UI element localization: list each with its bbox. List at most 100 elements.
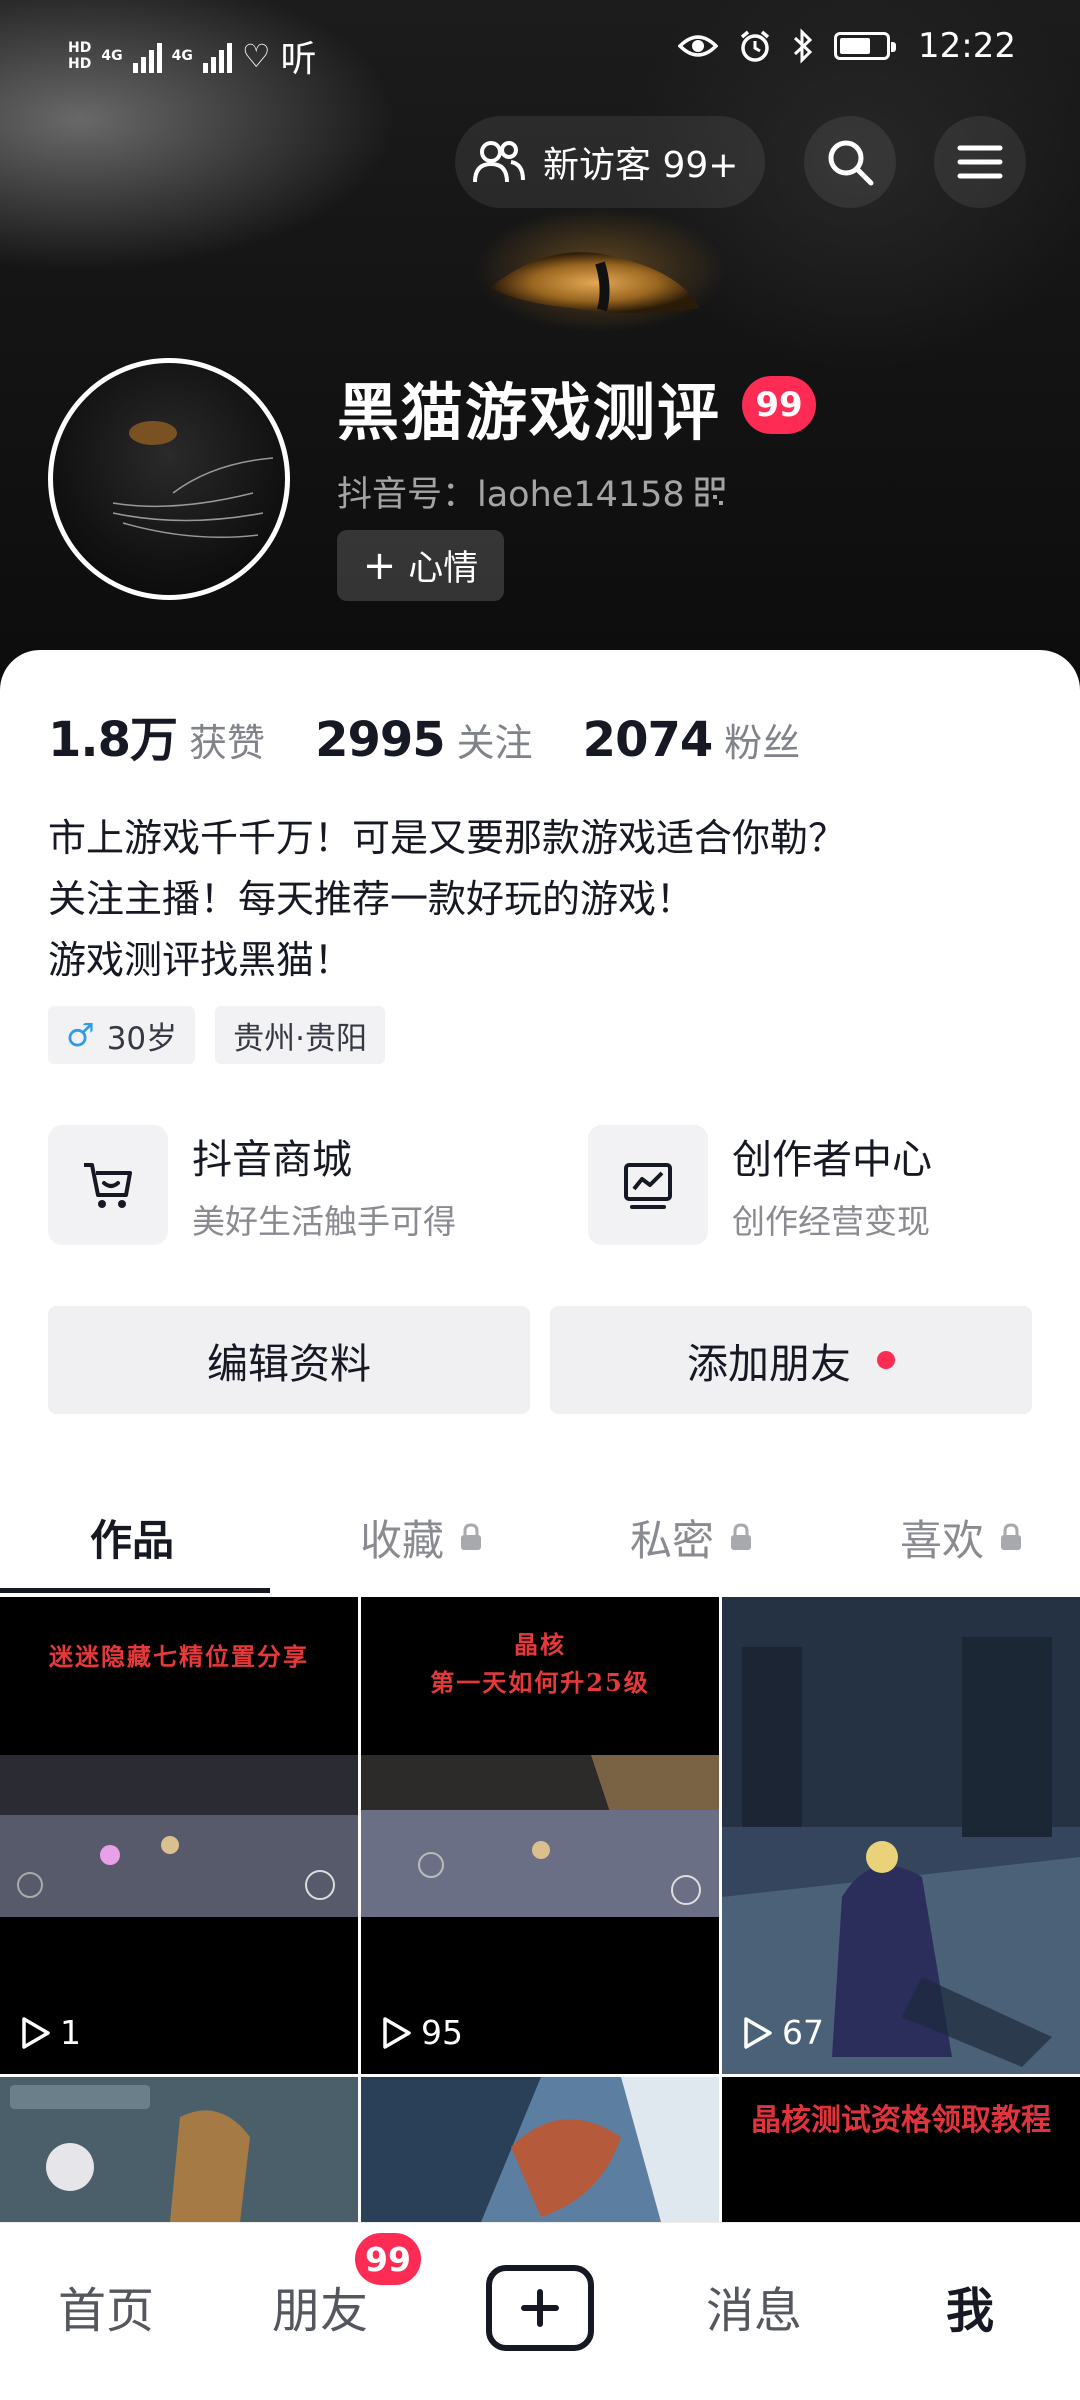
game-screenshot	[0, 2077, 358, 2222]
bottom-navigation: 首页 朋友 99 消息 我	[0, 2222, 1080, 2400]
play-count-value: 1	[60, 2013, 81, 2052]
friends-badge: 99	[355, 2233, 421, 2285]
bio-line: 市上游戏千千万！可是又要那款游戏适合你勒？	[48, 816, 847, 860]
heart-icon: ♡	[241, 37, 271, 75]
listen-label: 听	[280, 39, 317, 80]
new-visitors-button[interactable]: 新访客 99+	[455, 116, 765, 208]
video-caption: 第一天如何升25级	[430, 1668, 650, 1697]
lock-icon	[1001, 1523, 1022, 1550]
cart-icon-box	[48, 1125, 168, 1245]
new-visitors-label: 新访客 99+	[543, 145, 739, 186]
network-label-2: 4G	[171, 48, 193, 64]
qr-code-icon	[695, 477, 725, 506]
game-screenshot	[0, 1755, 358, 1917]
service-title: 创作者中心	[732, 1137, 932, 1183]
create-button[interactable]	[486, 2265, 594, 2351]
hamburger-icon	[957, 145, 1003, 179]
lock-icon	[461, 1523, 482, 1550]
video-thumbnail[interactable]: 67	[722, 1597, 1080, 2074]
douyin-id[interactable]: 抖音号：laohe14158	[337, 466, 725, 517]
play-icon	[22, 2016, 50, 2049]
tab-private[interactable]: 私密	[630, 1490, 754, 1584]
add-friend-button[interactable]: 添加朋友	[550, 1306, 1032, 1414]
video-thumbnail[interactable]: 晶核测试资格领取教程	[722, 2077, 1080, 2222]
nickname-badge[interactable]: 99	[742, 376, 816, 434]
stat-label: 粉丝	[724, 721, 801, 765]
signal-icon-2	[202, 39, 232, 73]
tab-favorites[interactable]: 收藏	[360, 1490, 484, 1584]
play-icon	[744, 2016, 772, 2049]
edit-profile-label: 编辑资料	[207, 1340, 371, 1388]
nav-messages[interactable]: 消息	[706, 2271, 802, 2341]
male-icon: ♂	[66, 1016, 95, 1054]
game-screenshot	[722, 1597, 1080, 2074]
signal-icon	[132, 39, 162, 73]
video-thumbnail[interactable]: 晶核 第一天如何升25级 95	[361, 1597, 719, 2074]
search-icon	[828, 140, 874, 186]
play-count: 95	[379, 2013, 463, 2052]
mood-button[interactable]: + 心情	[337, 530, 504, 601]
profile-bio[interactable]: 市上游戏千千万！可是又要那款游戏适合你勒？ 关注主播！每天推荐一款好玩的游戏！ …	[48, 808, 846, 991]
avatar[interactable]	[48, 358, 290, 600]
bio-line: 关注主播！每天推荐一款好玩的游戏！	[48, 877, 695, 921]
stats-row: 1.8万 获赞 2995 关注 2074 粉丝	[48, 700, 850, 770]
douyin-id-text: 抖音号：laohe14158	[337, 475, 685, 515]
alarm-icon	[740, 30, 770, 62]
analytics-icon-box	[588, 1125, 708, 1245]
location-text: 贵州·贵阳	[233, 1020, 367, 1057]
creator-center-entry[interactable]: 创作者中心 创作经营变现	[588, 1125, 932, 1245]
nav-home[interactable]: 首页	[58, 2271, 154, 2341]
video-caption: 晶核测试资格领取教程	[751, 2103, 1051, 2138]
age-text: 30岁	[106, 1020, 178, 1057]
eye-icon	[678, 35, 719, 57]
game-screenshot	[361, 2077, 719, 2222]
douyin-mall-entry[interactable]: 抖音商城 美好生活触手可得	[48, 1125, 456, 1245]
battery-icon	[834, 32, 897, 60]
bluetooth-icon	[793, 28, 813, 64]
notification-dot	[877, 1351, 895, 1369]
edit-profile-button[interactable]: 编辑资料	[48, 1306, 530, 1414]
stat-followers[interactable]: 2074 粉丝	[583, 712, 801, 768]
tab-label: 私密	[630, 1515, 715, 1565]
video-caption: 晶核	[514, 1630, 566, 1659]
menu-button[interactable]	[934, 116, 1026, 208]
active-tab-indicator	[0, 1588, 270, 1593]
service-subtitle: 美好生活触手可得	[192, 1202, 456, 1241]
stat-likes[interactable]: 1.8万 获赞	[48, 700, 265, 770]
game-screenshot	[361, 1755, 719, 1917]
service-title: 抖音商城	[192, 1137, 352, 1183]
video-caption: 迷迷隐藏七精位置分享	[49, 1642, 309, 1671]
network-label-1: 4G	[101, 48, 123, 64]
play-count: 67	[740, 2013, 824, 2052]
stat-label: 获赞	[189, 721, 266, 765]
profile-nickname: 黑猫游戏测评	[337, 376, 722, 449]
video-thumbnail[interactable]	[0, 2077, 358, 2222]
plus-icon: +	[362, 542, 397, 589]
play-count-value: 95	[421, 2013, 463, 2052]
play-count: 1	[18, 2013, 81, 2052]
content-tabs: 作品 收藏 私密 喜欢	[0, 1490, 1080, 1594]
cat-eye-image	[490, 252, 700, 313]
stat-label: 关注	[456, 721, 533, 765]
stat-value: 2995	[315, 712, 446, 768]
tab-likes[interactable]: 喜欢	[900, 1490, 1024, 1584]
hd-label: HD HD	[68, 40, 92, 72]
video-thumbnail[interactable]: 迷迷隐藏七精位置分享 1	[0, 1597, 358, 2074]
play-count-value: 67	[782, 2013, 824, 2052]
add-friend-label: 添加朋友	[687, 1340, 851, 1388]
stat-value: 2074	[582, 712, 714, 768]
status-bar: HD HD 4G 4G ♡ 听 12:22	[0, 0, 1080, 100]
profile-tags: ♂ 30岁 贵州·贵阳	[48, 1006, 385, 1064]
tab-works[interactable]: 作品	[90, 1490, 174, 1584]
tab-label: 收藏	[360, 1515, 445, 1565]
stat-following[interactable]: 2995 关注	[315, 712, 533, 768]
nav-me[interactable]: 我	[946, 2271, 994, 2341]
video-thumbnail[interactable]	[361, 2077, 719, 2222]
tab-label: 喜欢	[900, 1515, 985, 1565]
age-tag: ♂ 30岁	[48, 1006, 196, 1064]
nav-friends[interactable]: 朋友	[272, 2271, 368, 2341]
tab-label: 作品	[90, 1515, 175, 1565]
stat-value: 1.8万	[48, 712, 178, 768]
search-button[interactable]	[804, 116, 896, 208]
service-subtitle: 创作经营变现	[732, 1202, 930, 1241]
